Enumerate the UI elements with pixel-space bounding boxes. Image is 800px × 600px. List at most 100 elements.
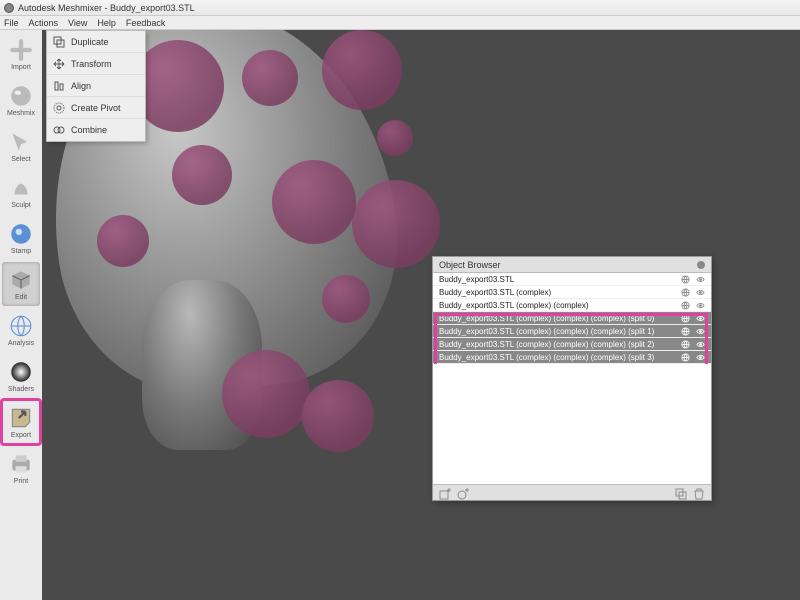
texture-dot bbox=[322, 275, 370, 323]
texture-dot bbox=[322, 30, 402, 110]
menu-view[interactable]: View bbox=[68, 18, 87, 28]
object-row[interactable]: Buddy_export03.STL (complex) (complex) bbox=[433, 299, 711, 312]
align-icon bbox=[53, 80, 65, 92]
texture-dot bbox=[302, 380, 374, 452]
edit-combine[interactable]: Combine bbox=[47, 119, 145, 141]
transform-icon bbox=[53, 58, 65, 70]
left-toolbar: Import Meshmix Select Sculpt Stamp Edit Analys… bbox=[0, 30, 42, 600]
close-icon[interactable] bbox=[697, 261, 705, 269]
edit-transform[interactable]: Transform bbox=[47, 53, 145, 75]
shader-icon bbox=[8, 359, 34, 385]
texture-dot bbox=[97, 215, 149, 267]
edit-duplicate[interactable]: Duplicate bbox=[47, 31, 145, 53]
object-browser-title: Object Browser bbox=[439, 260, 501, 270]
tool-label: Analysis bbox=[8, 340, 34, 347]
object-label: Buddy_export03.STL (complex) (complex) (… bbox=[439, 353, 681, 362]
duplicate-icon[interactable] bbox=[675, 487, 687, 499]
edit-align[interactable]: Align bbox=[47, 75, 145, 97]
tool-sculpt[interactable]: Sculpt bbox=[2, 170, 40, 214]
arrow-icon bbox=[8, 129, 34, 155]
object-row[interactable]: Buddy_export03.STL (complex) bbox=[433, 286, 711, 299]
tool-export[interactable]: Export bbox=[2, 400, 40, 444]
add-object-icon[interactable] bbox=[439, 487, 451, 499]
export-icon bbox=[8, 405, 34, 431]
tool-label: Meshmix bbox=[7, 110, 35, 117]
eye-icon[interactable] bbox=[696, 353, 705, 362]
plus-icon bbox=[8, 37, 34, 63]
combine-icon bbox=[53, 124, 65, 136]
tool-analysis[interactable]: Analysis bbox=[2, 308, 40, 352]
titlebar: Autodesk Meshmixer - Buddy_export03.STL bbox=[0, 0, 800, 16]
edit-create-pivot[interactable]: Create Pivot bbox=[47, 97, 145, 119]
tool-select[interactable]: Select bbox=[2, 124, 40, 168]
tool-edit[interactable]: Edit bbox=[2, 262, 40, 306]
object-row[interactable]: Buddy_export03.STL (complex) (complex) (… bbox=[433, 312, 711, 325]
object-row[interactable]: Buddy_export03.STL (complex) (complex) (… bbox=[433, 338, 711, 351]
tool-label: Stamp bbox=[11, 248, 31, 255]
object-browser-footer bbox=[433, 484, 711, 500]
tool-shaders[interactable]: Shaders bbox=[2, 354, 40, 398]
tool-label: Print bbox=[14, 478, 28, 485]
pivot-icon bbox=[53, 102, 65, 114]
print-icon bbox=[8, 451, 34, 477]
duplicate-icon bbox=[53, 36, 65, 48]
tool-print[interactable]: Print bbox=[2, 446, 40, 490]
edit-item-label: Combine bbox=[71, 125, 107, 135]
menu-actions[interactable]: Actions bbox=[29, 18, 59, 28]
eye-icon[interactable] bbox=[696, 327, 705, 336]
sculpt-icon bbox=[8, 175, 34, 201]
tool-stamp[interactable]: Stamp bbox=[2, 216, 40, 260]
tool-label: Edit bbox=[15, 294, 27, 301]
object-label: Buddy_export03.STL bbox=[439, 275, 681, 284]
edit-flyout: Duplicate Transform Align Create Pivot Combi… bbox=[46, 30, 146, 142]
globe-icon[interactable] bbox=[681, 353, 690, 362]
edit-item-label: Create Pivot bbox=[71, 103, 121, 113]
object-browser-list: Buddy_export03.STL Buddy_export03.STL (c… bbox=[433, 273, 711, 364]
eye-icon[interactable] bbox=[696, 301, 705, 310]
edit-item-label: Duplicate bbox=[71, 37, 109, 47]
object-label: Buddy_export03.STL (complex) (complex) (… bbox=[439, 340, 681, 349]
globe-icon[interactable] bbox=[681, 327, 690, 336]
menubar: File Actions View Help Feedback bbox=[0, 16, 800, 30]
eye-icon[interactable] bbox=[696, 314, 705, 323]
add-secondary-icon[interactable] bbox=[457, 487, 469, 499]
object-row[interactable]: Buddy_export03.STL (complex) (complex) (… bbox=[433, 351, 711, 364]
texture-dot bbox=[172, 145, 232, 205]
texture-dot bbox=[377, 120, 413, 156]
object-row[interactable]: Buddy_export03.STL (complex) (complex) (… bbox=[433, 325, 711, 338]
object-row[interactable]: Buddy_export03.STL bbox=[433, 273, 711, 286]
tool-label: Sculpt bbox=[11, 202, 30, 209]
menu-feedback[interactable]: Feedback bbox=[126, 18, 166, 28]
object-label: Buddy_export03.STL (complex) bbox=[439, 288, 681, 297]
edit-item-label: Transform bbox=[71, 59, 112, 69]
globe-icon[interactable] bbox=[681, 314, 690, 323]
object-label: Buddy_export03.STL (complex) (complex) (… bbox=[439, 314, 681, 323]
menu-file[interactable]: File bbox=[4, 18, 19, 28]
texture-dot bbox=[222, 350, 310, 438]
sphere-icon bbox=[8, 83, 34, 109]
titlebar-text: Autodesk Meshmixer - Buddy_export03.STL bbox=[18, 3, 195, 13]
texture-dot bbox=[242, 50, 298, 106]
eye-icon[interactable] bbox=[696, 340, 705, 349]
globe-icon[interactable] bbox=[681, 301, 690, 310]
cube-icon bbox=[8, 267, 34, 293]
globe-icon[interactable] bbox=[681, 340, 690, 349]
edit-item-label: Align bbox=[71, 81, 91, 91]
tool-label: Import bbox=[11, 64, 31, 71]
eye-icon[interactable] bbox=[696, 275, 705, 284]
object-browser-empty bbox=[433, 364, 711, 484]
tool-label: Export bbox=[11, 432, 31, 439]
globe-icon[interactable] bbox=[681, 288, 690, 297]
menu-help[interactable]: Help bbox=[97, 18, 116, 28]
globe-icon[interactable] bbox=[681, 275, 690, 284]
stamp-icon bbox=[8, 221, 34, 247]
trash-icon[interactable] bbox=[693, 487, 705, 499]
object-browser-header[interactable]: Object Browser bbox=[433, 257, 711, 273]
object-label: Buddy_export03.STL (complex) (complex) bbox=[439, 301, 681, 310]
texture-dot bbox=[272, 160, 356, 244]
tool-import[interactable]: Import bbox=[2, 32, 40, 76]
tool-meshmix[interactable]: Meshmix bbox=[2, 78, 40, 122]
object-browser-panel: Object Browser Buddy_export03.STL Buddy_… bbox=[432, 256, 712, 501]
eye-icon[interactable] bbox=[696, 288, 705, 297]
texture-dot bbox=[352, 180, 440, 268]
